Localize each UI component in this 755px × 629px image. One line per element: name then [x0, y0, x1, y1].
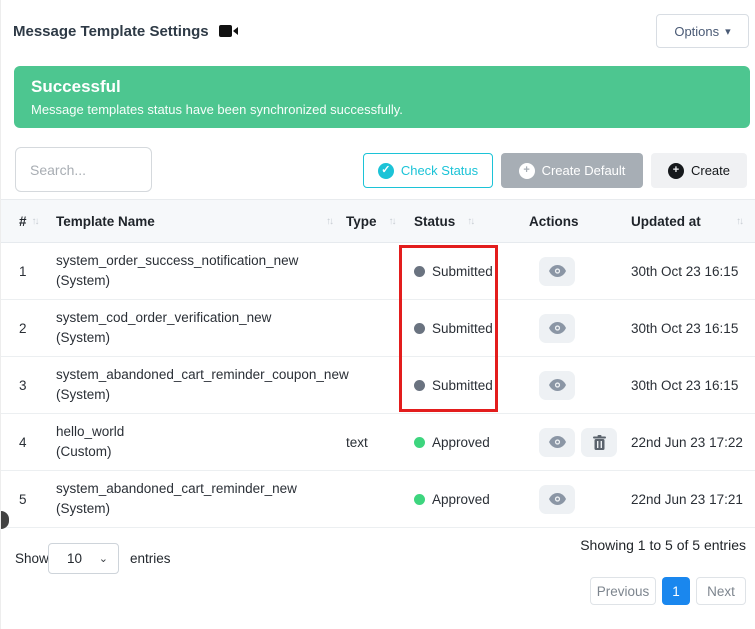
- actions-cell: [529, 428, 631, 457]
- page-title: Message Template Settings: [13, 23, 209, 40]
- status-dot: [414, 380, 425, 391]
- view-button[interactable]: [539, 485, 575, 514]
- type-cell: text: [346, 435, 414, 450]
- column-header-type[interactable]: Type ↑↓: [346, 214, 414, 229]
- pagination-page-1-button[interactable]: 1: [662, 577, 690, 605]
- create-default-button[interactable]: + Create Default: [501, 153, 643, 188]
- pagination-next-button[interactable]: Next: [696, 577, 746, 605]
- message-template-settings-page: Message Template Settings Options ▾ Succ…: [0, 0, 755, 629]
- column-header-actions: Actions: [529, 214, 631, 229]
- actions-cell: [529, 371, 631, 400]
- status-badge: Submitted: [414, 264, 529, 279]
- row-number: 1: [19, 264, 56, 279]
- status-badge: Submitted: [414, 321, 529, 336]
- pagination-previous-button[interactable]: Previous: [590, 577, 656, 605]
- showing-entries-text: Showing 1 to 5 of 5 entries: [580, 537, 746, 553]
- view-button[interactable]: [539, 428, 575, 457]
- status-badge: Approved: [414, 492, 529, 507]
- updated-at-cell: 22nd Jun 23 17:21: [631, 492, 755, 507]
- actions-cell: [529, 314, 631, 343]
- row-number: 4: [19, 435, 56, 450]
- templates-table: # ↑↓ Template Name ↑↓ Type ↑↓ Status ↑↓ …: [1, 199, 755, 528]
- view-button[interactable]: [539, 371, 575, 400]
- updated-at-cell: 22nd Jun 23 17:22: [631, 435, 755, 450]
- eye-icon: [549, 493, 566, 505]
- sort-icon[interactable]: ↑↓: [467, 216, 473, 227]
- plus-circle-icon: +: [519, 163, 535, 179]
- create-default-label: Create Default: [542, 163, 626, 178]
- status-dot: [414, 494, 425, 505]
- row-number: 3: [19, 378, 56, 393]
- column-header-template-name[interactable]: Template Name ↑↓: [56, 214, 346, 229]
- table-row: 3 system_abandoned_cart_reminder_coupon_…: [1, 357, 755, 414]
- eye-icon: [549, 322, 566, 334]
- sort-icon[interactable]: ↑↓: [326, 216, 332, 227]
- check-status-button[interactable]: ✓ Check Status: [363, 153, 493, 188]
- status-dot: [414, 437, 425, 448]
- table-row: 1 system_order_success_notification_new …: [1, 243, 755, 300]
- eye-icon: [549, 436, 566, 448]
- status-dot: [414, 323, 425, 334]
- chevron-down-icon: ▾: [725, 25, 731, 38]
- template-name-cell: system_abandoned_cart_reminder_new (Syst…: [56, 479, 346, 519]
- status-dot: [414, 266, 425, 277]
- eye-icon: [549, 265, 566, 277]
- table-row: 5 system_abandoned_cart_reminder_new (Sy…: [1, 471, 755, 528]
- actions-cell: [529, 257, 631, 286]
- template-name-cell: system_abandoned_cart_reminder_coupon_ne…: [56, 365, 346, 405]
- page-header: Message Template Settings: [13, 14, 239, 48]
- options-button[interactable]: Options ▾: [656, 14, 749, 48]
- row-number: 5: [19, 492, 56, 507]
- view-button[interactable]: [539, 314, 575, 343]
- table-row: 2 system_cod_order_verification_new (Sys…: [1, 300, 755, 357]
- chevron-down-icon: ⌄: [99, 552, 108, 565]
- page-size-select[interactable]: 10 ⌄: [48, 543, 119, 574]
- entries-label: entries: [130, 551, 171, 566]
- show-label: Show: [15, 551, 49, 566]
- success-alert-message: Message templates status have been synch…: [31, 102, 750, 117]
- check-status-label: Check Status: [401, 163, 478, 178]
- updated-at-cell: 30th Oct 23 16:15: [631, 321, 755, 336]
- sort-icon[interactable]: ↑↓: [389, 216, 395, 227]
- success-alert: Successful Message templates status have…: [14, 66, 750, 128]
- actions-cell: [529, 485, 631, 514]
- plus-circle-icon: +: [668, 163, 684, 179]
- template-name-cell: hello_world (Custom): [56, 422, 346, 462]
- table-row: 4 hello_world (Custom) text Approved 22n…: [1, 414, 755, 471]
- view-button[interactable]: [539, 257, 575, 286]
- create-label: Create: [691, 163, 730, 178]
- template-name-cell: system_order_success_notification_new (S…: [56, 251, 346, 291]
- trash-icon: [593, 435, 606, 450]
- table-header-row: # ↑↓ Template Name ↑↓ Type ↑↓ Status ↑↓ …: [1, 199, 755, 243]
- template-name-cell: system_cod_order_verification_new (Syste…: [56, 308, 346, 348]
- sort-icon[interactable]: ↑↓: [736, 216, 742, 227]
- search-input[interactable]: [15, 147, 152, 192]
- updated-at-cell: 30th Oct 23 16:15: [631, 378, 755, 393]
- create-button[interactable]: + Create: [651, 153, 747, 188]
- column-header-num[interactable]: # ↑↓: [19, 214, 56, 229]
- row-number: 2: [19, 321, 56, 336]
- delete-button[interactable]: [581, 428, 617, 457]
- eye-icon: [549, 379, 566, 391]
- column-header-status[interactable]: Status ↑↓: [414, 214, 529, 229]
- success-alert-title: Successful: [31, 77, 750, 97]
- page-size-value: 10: [67, 551, 82, 566]
- status-badge: Submitted: [414, 378, 529, 393]
- check-circle-icon: ✓: [378, 163, 394, 179]
- sort-icon[interactable]: ↑↓: [32, 216, 38, 227]
- video-camera-icon: [219, 24, 239, 38]
- options-button-label: Options: [674, 24, 719, 39]
- status-badge: Approved: [414, 435, 529, 450]
- column-header-updated-at[interactable]: Updated at ↑↓: [631, 214, 755, 229]
- updated-at-cell: 30th Oct 23 16:15: [631, 264, 755, 279]
